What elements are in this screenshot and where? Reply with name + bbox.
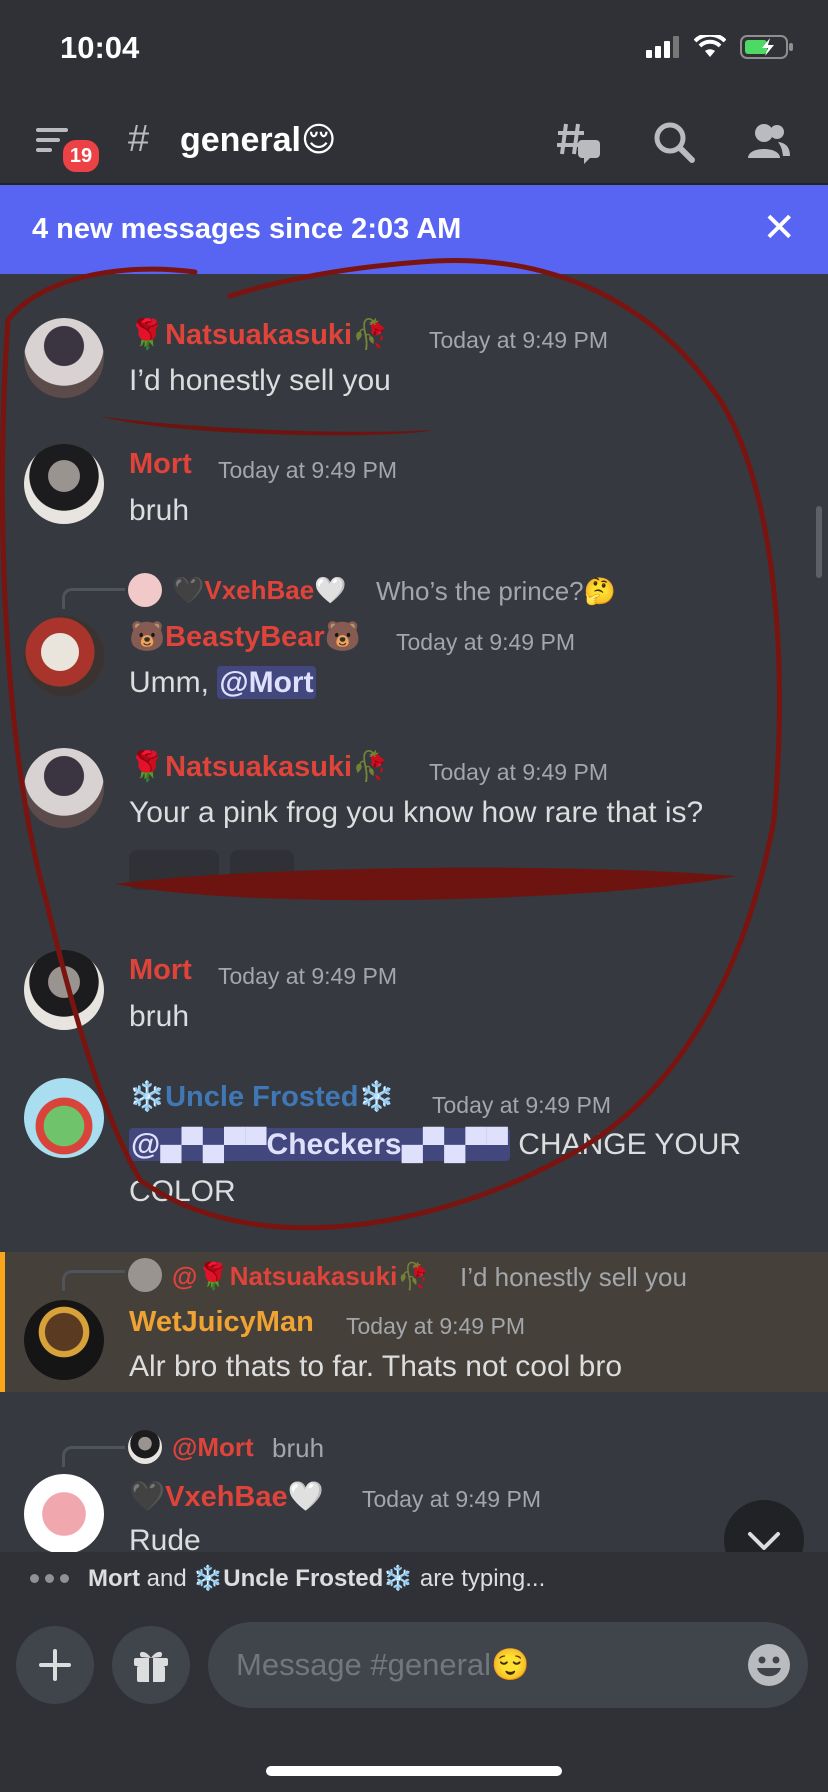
channel-name[interactable]: general😌	[180, 120, 336, 160]
signal-icon	[646, 36, 679, 58]
threads-icon[interactable]	[554, 118, 602, 166]
message-input[interactable]	[208, 1622, 808, 1708]
message-content: Umm, @Mort	[129, 666, 316, 700]
avatar[interactable]	[24, 950, 104, 1030]
author-prefix-emoji: ❄️	[129, 1081, 166, 1113]
author-name[interactable]: Mort	[129, 954, 192, 987]
message-timestamp: Today at 9:49 PM	[429, 759, 608, 785]
avatar[interactable]	[24, 318, 104, 398]
message-author[interactable]: 🖤VxehBae🤍	[129, 1480, 324, 1514]
avatar[interactable]	[24, 1474, 104, 1554]
message-text: CHANGE YOUR	[509, 1128, 742, 1161]
unread-badge: 19	[60, 137, 102, 175]
typing-user: Mort	[88, 1565, 140, 1592]
reply-avatar	[128, 1430, 162, 1464]
message-timestamp: Today at 9:49 PM	[429, 327, 608, 353]
typing-indicator: Mort and ❄️Uncle Frosted❄️ are typing...	[0, 1552, 828, 1604]
user-mention[interactable]: @▄▀▄▀▀Checkers▄▀▄▀▀	[129, 1128, 510, 1161]
author-name: BeastyBear	[165, 621, 325, 653]
reply-author[interactable]: @🌹Natsuakasuki🥀	[172, 1261, 430, 1292]
author-suffix-emoji: ❄️	[358, 1081, 395, 1113]
avatar[interactable]	[24, 1300, 104, 1380]
author-name: Natsuakasuki	[165, 751, 353, 783]
reply-avatar	[128, 1258, 162, 1292]
message-timestamp: Today at 9:49 PM	[346, 1313, 525, 1339]
author-name[interactable]: Mort	[129, 448, 192, 481]
author-prefix-emoji: 🌹	[129, 319, 166, 351]
author-suffix-emoji: 🐻	[324, 621, 361, 653]
new-messages-text: 4 new messages since 2:03 AM	[32, 213, 462, 245]
top-bar: 10:04 19 # general😌	[0, 0, 828, 185]
typing-user: ❄️Uncle Frosted❄️	[193, 1565, 414, 1592]
reply-connector	[62, 1446, 125, 1467]
typing-and: and	[146, 1565, 187, 1592]
reply-preview[interactable]: Who’s the prince?🤔	[376, 576, 616, 607]
scrollbar-thumb[interactable]	[816, 506, 822, 578]
add-attachment-button[interactable]	[16, 1626, 94, 1704]
reply-connector	[62, 588, 125, 609]
author-suffix-emoji: 🥀	[352, 319, 389, 351]
mention-highlight-bar	[0, 1252, 5, 1392]
author-name[interactable]: WetJuicyMan	[129, 1306, 314, 1339]
message-content: I’d honestly sell you	[129, 364, 391, 397]
message-author[interactable]: 🌹Natsuakasuki🥀	[129, 318, 388, 352]
emoji-icon[interactable]	[746, 1642, 792, 1688]
avatar[interactable]	[24, 1078, 104, 1158]
reply-author[interactable]: 🖤VxehBae🤍	[172, 575, 347, 606]
typing-text: Mort and ❄️Uncle Frosted❄️ are typing...	[88, 1564, 545, 1593]
message-author[interactable]: 🌹Natsuakasuki🥀	[129, 750, 388, 784]
message-content: Your a pink frog you know how rare that …	[129, 796, 704, 829]
message-timestamp: Today at 9:49 PM	[362, 1486, 541, 1512]
message-author[interactable]: ❄️Uncle Frosted❄️	[129, 1080, 395, 1114]
author-suffix-emoji: 🤍	[287, 1481, 324, 1513]
message-timestamp: Today at 9:49 PM	[432, 1092, 611, 1118]
gift-icon	[134, 1651, 168, 1682]
new-messages-banner[interactable]: 4 new messages since 2:03 AM ✕	[0, 185, 828, 274]
status-icons	[646, 34, 794, 60]
author-suffix-emoji: 🥀	[352, 751, 389, 783]
avatar[interactable]	[24, 616, 104, 696]
message-timestamp: Today at 9:49 PM	[218, 963, 397, 989]
reaction-pill[interactable]	[129, 850, 219, 890]
home-indicator[interactable]	[266, 1766, 562, 1776]
add-reaction-button[interactable]	[230, 850, 294, 890]
message-text: Umm,	[129, 666, 218, 699]
plus-icon	[39, 1649, 71, 1681]
message-content: bruh	[129, 494, 190, 527]
author-prefix-emoji: 🖤	[129, 1481, 166, 1513]
author-prefix-emoji: 🌹	[129, 751, 166, 783]
typing-dots-icon	[30, 1574, 69, 1583]
battery-icon	[740, 35, 793, 59]
author-name: Uncle Frosted	[165, 1081, 359, 1113]
message-composer	[0, 1604, 828, 1792]
user-mention[interactable]: @Mort	[217, 666, 316, 699]
avatar[interactable]	[24, 444, 104, 524]
reply-author[interactable]: @Mort	[172, 1432, 254, 1463]
status-time: 10:04	[60, 30, 140, 65]
channel-hash-icon: #	[128, 118, 150, 160]
author-name: VxehBae	[165, 1481, 288, 1513]
message-timestamp: Today at 9:49 PM	[218, 457, 397, 483]
message-content: @▄▀▄▀▀Checkers▄▀▄▀▀ CHANGE YOUR	[129, 1128, 741, 1162]
typing-suffix: are typing...	[419, 1565, 546, 1592]
gift-button[interactable]	[112, 1626, 190, 1704]
message-content: bruh	[129, 1000, 190, 1033]
close-icon[interactable]: ✕	[762, 205, 796, 251]
members-icon[interactable]	[744, 118, 792, 166]
message-content: Alr bro thats to far. Thats not cool bro	[129, 1350, 623, 1383]
message-timestamp: Today at 9:49 PM	[396, 629, 575, 655]
reply-avatar	[128, 573, 162, 607]
message-author[interactable]: 🐻BeastyBear🐻	[129, 620, 361, 654]
reply-preview[interactable]: bruh	[272, 1433, 324, 1464]
author-prefix-emoji: 🐻	[129, 621, 166, 653]
reply-preview[interactable]: I’d honestly sell you	[460, 1262, 687, 1293]
reply-connector	[62, 1270, 125, 1291]
avatar[interactable]	[24, 748, 104, 828]
author-name: Natsuakasuki	[165, 319, 353, 351]
message-content-line2: COLOR	[129, 1175, 236, 1208]
wifi-icon	[694, 35, 726, 57]
search-icon[interactable]	[650, 118, 698, 166]
